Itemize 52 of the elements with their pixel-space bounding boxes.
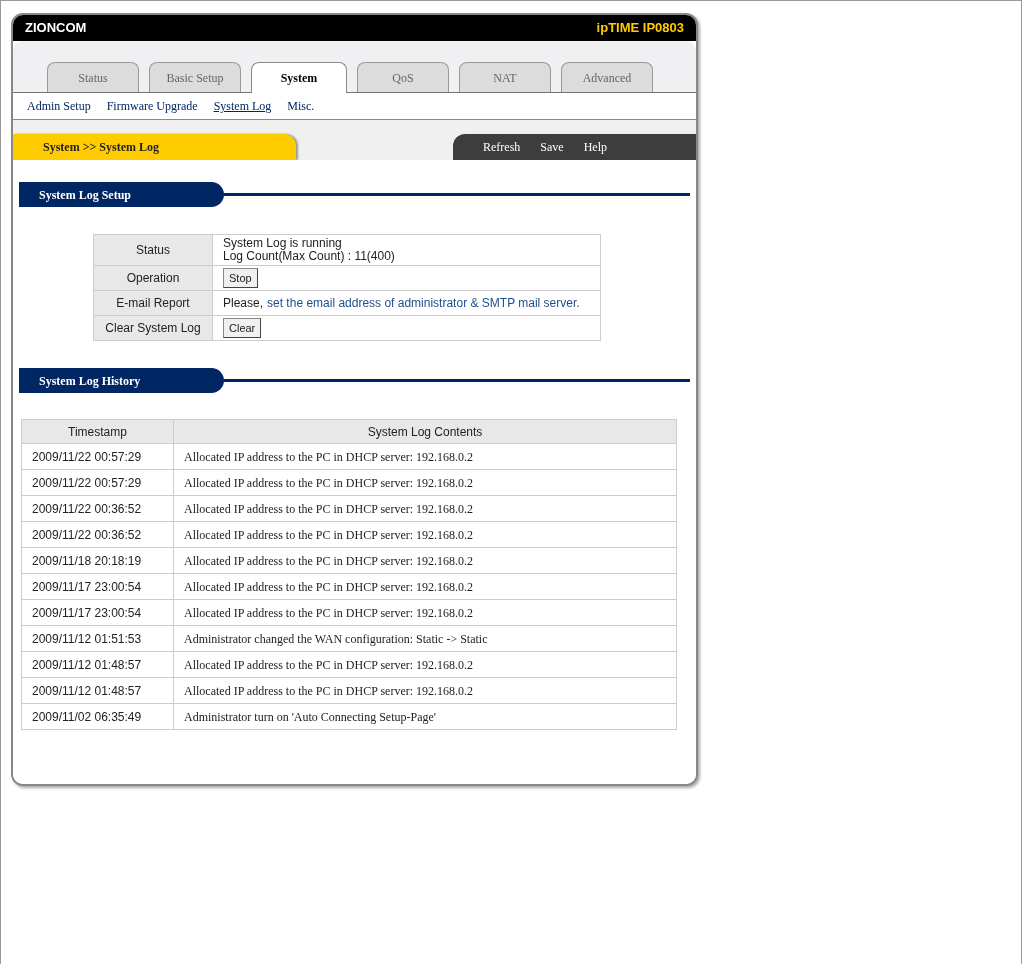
status-text: Log Count(Max Count) : 11(400) [223,250,396,263]
timestamp-cell: 2009/11/12 01:51:53 [21,625,174,652]
email-settings-link[interactable]: set the email address of administrator & SMTP mail server. [267,294,580,312]
nav-tab[interactable]: NAT [459,62,551,92]
log-message-cell: Allocated IP address to the PC in DHCP server: 192.168.0.2 [173,443,677,470]
subnav-link[interactable]: Firmware Upgrade [106,97,198,115]
column-header: System Log Contents [173,419,677,444]
timestamp-cell: 2009/11/12 01:48:57 [21,651,174,678]
nav-tab[interactable]: Basic Setup [149,62,241,92]
action-link[interactable]: Refresh [483,138,521,156]
timestamp-cell: 2009/11/22 00:57:29 [21,443,174,470]
log-message-cell: Allocated IP address to the PC in DHCP server: 192.168.0.2 [173,677,677,704]
action-link[interactable]: Save [540,138,564,156]
action-link[interactable]: Help [583,138,607,156]
log-message-cell: Administrator changed the WAN configuration: Static -> Static [173,625,677,652]
log-message-cell: Allocated IP address to the PC in DHCP server: 192.168.0.2 [173,547,677,574]
timestamp-cell: 2009/11/17 23:00:54 [21,573,174,600]
log-message-cell: Allocated IP address to the PC in DHCP server: 192.168.0.2 [173,495,677,522]
action-button[interactable]: Stop [223,268,258,288]
setting-label: Clear System Log [93,315,213,341]
log-message-cell: Allocated IP address to the PC in DHCP server: 192.168.0.2 [173,469,677,496]
section-heading: System Log Setup [19,182,224,207]
timestamp-cell: 2009/11/17 23:00:54 [21,599,174,626]
status-text: System Log is running [223,237,343,250]
log-message-cell: Allocated IP address to the PC in DHCP server: 192.168.0.2 [173,599,677,626]
timestamp-cell: 2009/11/22 00:36:52 [21,521,174,548]
setting-label: Status [93,234,213,266]
action-button[interactable]: Clear [223,318,262,338]
subnav-link[interactable]: System Log [213,97,272,115]
log-message-cell: Allocated IP address to the PC in DHCP server: 192.168.0.2 [173,573,677,600]
nav-tab[interactable]: QoS [357,62,449,92]
breadcrumb: System >> System Log [13,134,296,160]
subnav-link[interactable]: Admin Setup [27,97,91,115]
setting-label: E-mail Report [93,290,213,316]
timestamp-cell: 2009/11/12 01:48:57 [21,677,174,704]
timestamp-cell: 2009/11/22 00:57:29 [21,469,174,496]
timestamp-cell: 2009/11/22 00:36:52 [21,495,174,522]
column-header: Timestamp [21,419,174,444]
timestamp-cell: 2009/11/18 20:18:19 [21,547,174,574]
setting-label: Operation [93,265,213,291]
nav-tab[interactable]: Advanced [561,62,653,92]
email-prompt: Please, [223,295,264,312]
section-heading: System Log History [19,368,224,393]
brand-name: ZIONCOM [25,19,87,38]
subnav-link[interactable]: Misc. [287,97,315,115]
nav-tab[interactable]: System [251,62,347,93]
log-message-cell: Administrator turn on 'Auto Connecting Setup-Page' [173,703,677,730]
model-name: ipTIME IP0803 [596,19,684,38]
nav-tab[interactable]: Status [47,62,139,92]
log-message-cell: Allocated IP address to the PC in DHCP server: 192.168.0.2 [173,521,677,548]
log-message-cell: Allocated IP address to the PC in DHCP server: 192.168.0.2 [173,651,677,678]
timestamp-cell: 2009/11/02 06:35:49 [21,703,174,730]
